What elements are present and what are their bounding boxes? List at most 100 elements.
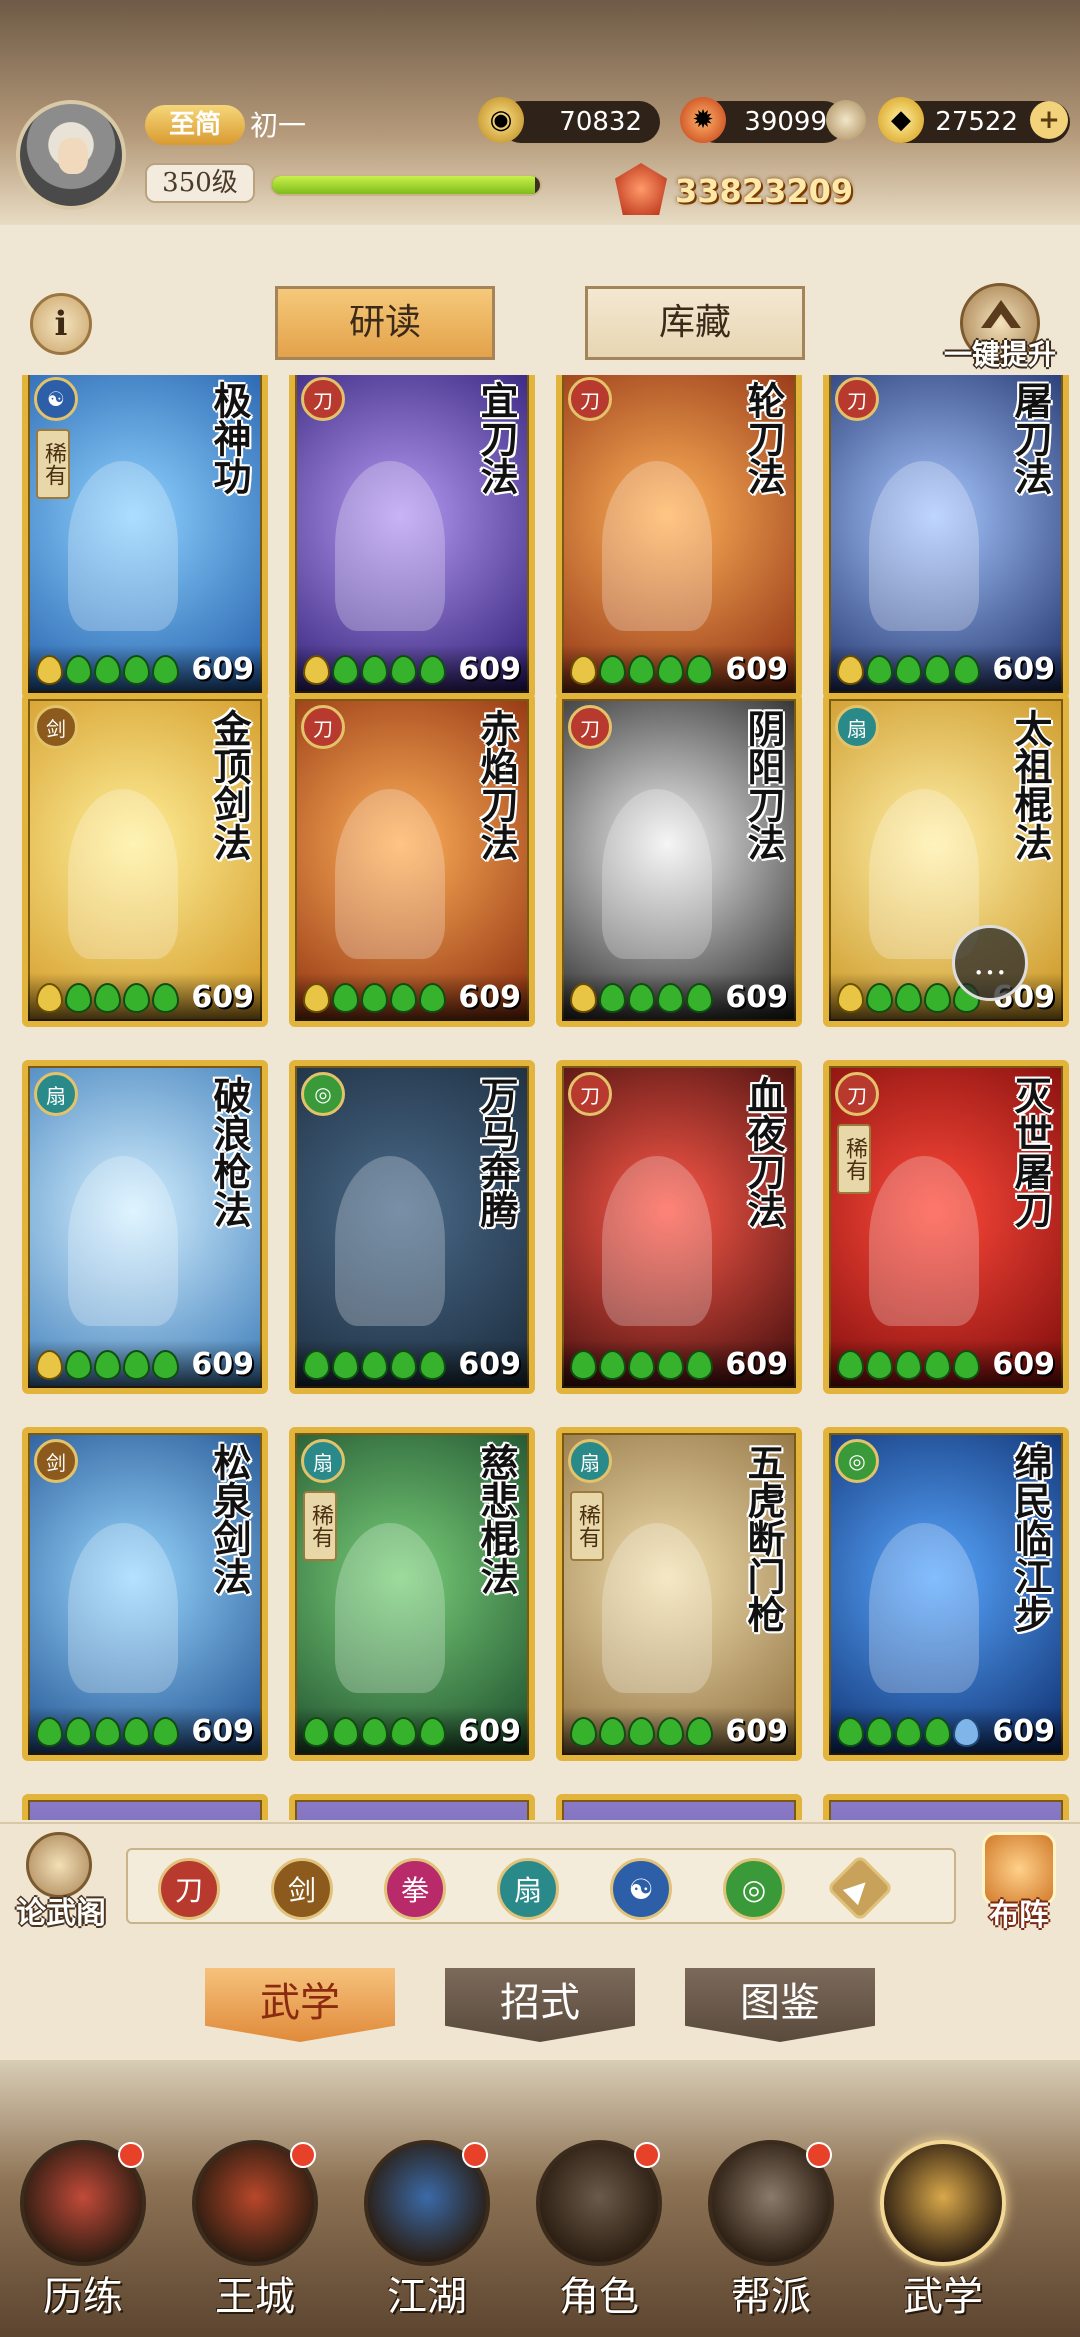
player-level: 350级 bbox=[145, 163, 255, 203]
swirl-icon: ◎ bbox=[301, 1072, 345, 1116]
lunwu-pavilion-button[interactable]: 论武阁 bbox=[6, 1832, 116, 1942]
sword-filter-icon[interactable]: 刀 bbox=[158, 1858, 220, 1920]
card-level: 609 bbox=[191, 1714, 254, 1749]
fist-filter-icon[interactable]: 拳 bbox=[384, 1858, 446, 1920]
rank-drop-icon bbox=[36, 983, 63, 1013]
card-name: 五虎断门枪 bbox=[741, 1443, 786, 1633]
character-art bbox=[869, 1156, 979, 1326]
rank-drop-icon bbox=[94, 983, 121, 1013]
sword-icon: 刀 bbox=[301, 705, 345, 749]
character-art bbox=[602, 789, 712, 959]
skill-card[interactable]: ◎ 万马奔腾 609 bbox=[289, 1060, 535, 1394]
skill-card[interactable]: 扇 太祖棍法 609 bbox=[823, 693, 1069, 1027]
nav-item-2[interactable]: 江湖 bbox=[352, 2140, 502, 2330]
subtab-codex[interactable]: 图鉴 bbox=[685, 1968, 875, 2042]
rank-drop-icon bbox=[686, 983, 713, 1013]
blade-icon: 剑 bbox=[34, 1439, 78, 1483]
skill-card[interactable]: 剑 松泉剑法 609 bbox=[22, 1427, 268, 1761]
skill-card[interactable]: 刀 屠刀法 609 bbox=[823, 375, 1069, 699]
exp-bar bbox=[270, 174, 542, 196]
taiji-filter-icon[interactable]: ☯ bbox=[610, 1858, 672, 1920]
notification-dot-icon bbox=[290, 2142, 316, 2168]
flame-essence-icon: ✹ bbox=[680, 97, 726, 143]
skill-card[interactable] bbox=[556, 1794, 802, 1820]
blade-icon: 剑 bbox=[34, 705, 78, 749]
rank-drop-icon bbox=[628, 1717, 655, 1747]
skill-card[interactable]: 刀稀有 灭世屠刀 609 bbox=[823, 1060, 1069, 1394]
gold-ingot-value: 27522 bbox=[935, 107, 1018, 137]
formation-label: 布阵 bbox=[989, 1898, 1049, 1933]
card-name: 万马奔腾 bbox=[474, 1076, 519, 1228]
rank-drop-icon bbox=[332, 655, 359, 685]
character-art bbox=[602, 461, 712, 631]
notification-dot-icon bbox=[462, 2142, 488, 2168]
info-button[interactable]: i bbox=[30, 293, 92, 355]
nav-item-4[interactable]: 帮派 bbox=[696, 2140, 846, 2330]
character-art bbox=[869, 461, 979, 631]
tab-read[interactable]: 研读 bbox=[275, 286, 495, 360]
player-avatar[interactable] bbox=[16, 100, 126, 210]
nav-item-3[interactable]: 角色 bbox=[524, 2140, 674, 2330]
star-rating bbox=[837, 1350, 980, 1380]
notification-dot-icon bbox=[806, 2142, 832, 2168]
swirl-filter-icon[interactable]: ◎ bbox=[723, 1858, 785, 1920]
nav-label: 王城 bbox=[215, 2274, 295, 2320]
fan-icon: 扇 bbox=[301, 1439, 345, 1483]
nav-icon bbox=[880, 2140, 1006, 2266]
skill-card[interactable] bbox=[823, 1794, 1069, 1820]
nav-item-0[interactable]: 历练 bbox=[8, 2140, 158, 2330]
formation-button[interactable]: 布阵 bbox=[964, 1832, 1074, 1942]
skill-card[interactable]: 扇稀有 慈悲棍法 609 bbox=[289, 1427, 535, 1761]
top-bar: 至简 初一 350级 70832 ◉ 39099 ✹ 27522 ◆ + 338… bbox=[0, 0, 1080, 225]
filter-bar: 论武阁 刀剑拳扇 ☯ ◎ ▲ 布阵 bbox=[0, 1822, 1080, 1950]
vip-badge[interactable]: 至简 bbox=[145, 105, 245, 145]
card-level: 609 bbox=[992, 1347, 1055, 1382]
fan-filter-icon[interactable]: 扇 bbox=[497, 1858, 559, 1920]
one-click-upgrade-button[interactable]: 一键提升 bbox=[930, 283, 1070, 383]
rank-drop-icon bbox=[628, 655, 655, 685]
card-name: 绵民临江步 bbox=[1008, 1443, 1053, 1633]
star-rating bbox=[837, 1717, 980, 1747]
skill-card[interactable]: 刀 血夜刀法 609 bbox=[556, 1060, 802, 1394]
rank-drop-icon bbox=[570, 1717, 597, 1747]
skill-card[interactable]: ☯ 稀有 极神功 609 bbox=[22, 375, 268, 699]
chat-bubble-icon[interactable]: … bbox=[952, 925, 1028, 1001]
rank-drop-icon bbox=[599, 1350, 626, 1380]
nav-item-1[interactable]: 王城 bbox=[180, 2140, 330, 2330]
skill-card[interactable] bbox=[22, 1794, 268, 1820]
blade-filter-icon[interactable]: 剑 bbox=[271, 1858, 333, 1920]
rank-drop-icon bbox=[895, 1350, 922, 1380]
add-gold-button[interactable]: + bbox=[1030, 101, 1068, 139]
card-name: 金顶剑法 bbox=[207, 709, 252, 861]
tab-store[interactable]: 库藏 bbox=[585, 286, 805, 360]
skill-card[interactable]: 剑 金顶剑法 609 bbox=[22, 693, 268, 1027]
rank-drop-icon bbox=[924, 1717, 951, 1747]
rank-drop-icon bbox=[570, 1350, 597, 1380]
skill-card[interactable]: 刀 赤焰刀法 609 bbox=[289, 693, 535, 1027]
skill-card[interactable] bbox=[289, 1794, 535, 1820]
rank-drop-icon bbox=[65, 1717, 92, 1747]
rank-drop-icon bbox=[686, 655, 713, 685]
rank-drop-icon bbox=[332, 1350, 359, 1380]
rank-drop-icon bbox=[332, 983, 359, 1013]
nav-item-5[interactable]: 武学 bbox=[868, 2140, 1018, 2330]
skill-card[interactable]: ◎ 绵民临江步 609 bbox=[823, 1427, 1069, 1761]
card-level: 609 bbox=[458, 1347, 521, 1382]
skill-card[interactable]: 扇稀有 五虎断门枪 609 bbox=[556, 1427, 802, 1761]
skill-card[interactable]: 刀 宜刀法 609 bbox=[289, 375, 535, 699]
rank-drop-icon bbox=[599, 655, 626, 685]
rank-drop-icon bbox=[361, 1350, 388, 1380]
rank-up-filter-icon[interactable]: ▲ bbox=[826, 1854, 894, 1922]
subtab-moves[interactable]: 招式 bbox=[445, 1968, 635, 2042]
rank-drop-icon bbox=[303, 983, 330, 1013]
star-rating bbox=[570, 1717, 713, 1747]
nav-label: 江湖 bbox=[387, 2274, 467, 2320]
notification-dot-icon bbox=[634, 2142, 660, 2168]
skill-card[interactable]: 扇 破浪枪法 609 bbox=[22, 1060, 268, 1394]
sword-icon: 刀 bbox=[568, 705, 612, 749]
subtab-martial-arts[interactable]: 武学 bbox=[205, 1968, 395, 2042]
skill-card[interactable]: 刀 轮刀法 609 bbox=[556, 375, 802, 699]
skill-card[interactable]: 刀 阴阳刀法 609 bbox=[556, 693, 802, 1027]
character-art bbox=[602, 1523, 712, 1693]
rank-drop-icon bbox=[65, 1350, 92, 1380]
